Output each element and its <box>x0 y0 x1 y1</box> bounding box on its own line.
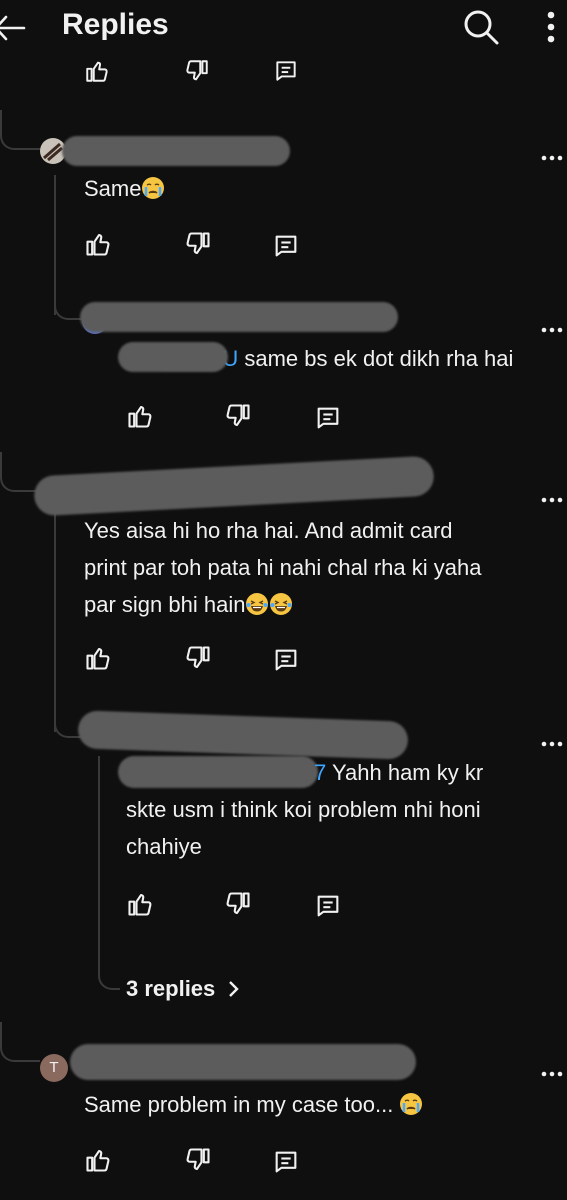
dislike-icon[interactable] <box>184 644 212 672</box>
reply-icon[interactable] <box>314 404 342 432</box>
reply-icon[interactable] <box>272 232 300 260</box>
reply-icon[interactable] <box>272 1148 300 1176</box>
thread-connector <box>98 756 120 990</box>
redacted-username <box>80 302 398 332</box>
comment-text: Yes aisa hi ho rha hai. And admit card p… <box>84 512 481 623</box>
reply-icon[interactable] <box>314 892 342 920</box>
comment-line: Yahh ham ky kr <box>331 760 484 785</box>
comment-line: skte usm i think koi problem nhi honi <box>126 797 481 822</box>
like-icon[interactable] <box>84 644 112 672</box>
more-horiz-icon[interactable] <box>540 154 564 162</box>
dislike-icon[interactable] <box>184 230 212 258</box>
more-vert-icon[interactable] <box>545 10 557 44</box>
laughing-face-emoji <box>269 592 293 616</box>
like-icon[interactable] <box>84 1146 112 1174</box>
like-icon[interactable] <box>84 230 112 258</box>
mention-tail[interactable]: 7 <box>314 760 326 785</box>
more-horiz-icon[interactable] <box>540 1070 564 1078</box>
page-title: Replies <box>62 8 169 41</box>
comment-line: Yes aisa hi ho rha hai. And admit card <box>84 518 453 543</box>
comment-text: Same problem in my case too... <box>84 1086 423 1123</box>
redacted-username <box>77 710 409 760</box>
avatar[interactable]: T <box>40 1054 68 1082</box>
thread-line <box>54 175 56 315</box>
redacted-username <box>62 136 290 166</box>
comment-line: chahiye <box>126 834 202 859</box>
thread-line <box>54 512 56 732</box>
like-icon[interactable] <box>126 402 154 430</box>
dislike-icon[interactable] <box>184 58 210 84</box>
more-horiz-icon[interactable] <box>540 496 564 504</box>
comment-body: Same <box>84 176 142 201</box>
back-arrow-icon[interactable] <box>0 14 26 42</box>
view-replies-label: 3 replies <box>126 976 216 1001</box>
like-icon[interactable] <box>126 890 154 918</box>
comment-text: 7 Yahh ham ky kr skte usm i think koi pr… <box>126 754 546 865</box>
crying-face-emoji <box>399 1092 423 1116</box>
reply-icon[interactable] <box>272 646 300 674</box>
avatar-letter: T <box>49 1059 59 1076</box>
more-horiz-icon[interactable] <box>540 326 564 334</box>
thread-connector <box>0 1022 40 1062</box>
redacted-username <box>33 455 435 517</box>
like-icon[interactable] <box>84 58 110 84</box>
search-icon[interactable] <box>462 8 500 46</box>
comment-line: print par toh pata hi nahi chal rha ki y… <box>84 555 482 580</box>
thread-connector <box>54 296 82 320</box>
view-replies-link[interactable]: 3 replies <box>126 976 243 1002</box>
dislike-icon[interactable] <box>224 402 252 430</box>
crying-face-emoji <box>141 176 165 200</box>
redacted-mention <box>118 342 228 372</box>
redacted-username <box>70 1044 416 1080</box>
thread-connector <box>0 110 40 150</box>
comment-body: Same problem in my case too... <box>84 1092 394 1117</box>
comment-body: same bs ek dot dikh rha hai <box>244 346 514 371</box>
more-horiz-icon[interactable] <box>540 740 564 748</box>
dislike-icon[interactable] <box>184 1146 212 1174</box>
reply-icon[interactable] <box>272 58 300 84</box>
dislike-icon[interactable] <box>224 890 252 918</box>
laughing-face-emoji <box>245 592 269 616</box>
comment-line: par sign bhi hain <box>84 592 246 617</box>
thread-connector <box>0 452 40 492</box>
comment-text: Same <box>84 170 165 207</box>
chevron-right-icon <box>229 981 240 997</box>
